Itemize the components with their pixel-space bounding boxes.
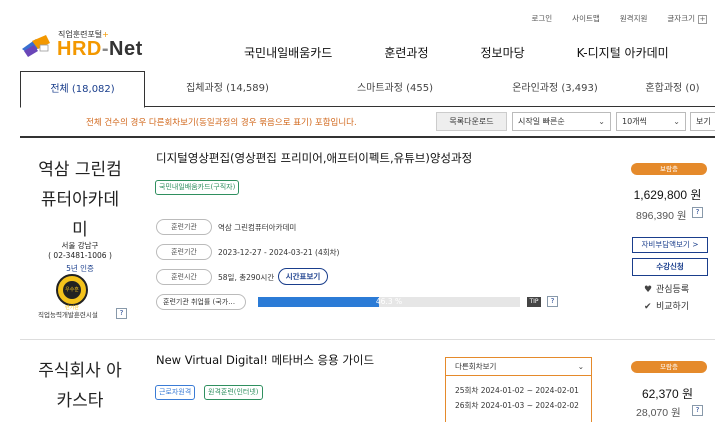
session-option[interactable]: 26회차 2024-01-03 ~ 2024-02-02 (455, 400, 579, 411)
per-page-select[interactable]: 10개씩 ⌄ (616, 112, 686, 131)
course-type-tabs: 전체 (18,082) 집체과정 (14,589) 스마트과정 (455) 온라… (20, 71, 715, 108)
institution-region: 서울 강남구 (61, 241, 99, 250)
count-notice: 전체 건수의 경우 다른회차보기(동일과정의 경우 묶음으로 표기) 포함입니다… (86, 118, 357, 128)
employment-rate-text: 46.3 % (375, 297, 403, 306)
chevron-down-icon: ⌄ (673, 117, 680, 126)
course-price: 1,629,800 원 (633, 188, 702, 202)
institution-name-line: 카스타 (56, 391, 104, 411)
excellent-institution-badge-icon: 우수훈련기관 (56, 274, 88, 311)
login-link[interactable]: 로그인 (531, 13, 552, 24)
help-icon[interactable]: ? (692, 405, 703, 416)
tab-classroom[interactable]: 집체과정 (14,589) (145, 71, 310, 107)
font-size-control[interactable]: 글자크기 + (667, 13, 707, 24)
institution-phone: ( 02-3481-1006 ) (48, 251, 112, 260)
institution-name-line: 역삼 그린컴 (38, 160, 122, 180)
tab-smart[interactable]: 스마트과정 (455) (310, 71, 480, 107)
nav-k-digital[interactable]: K-디지털 아카데미 (577, 44, 669, 61)
row-label-hours: 훈련시간 (156, 269, 212, 285)
sitemap-link[interactable]: 사이트맵 (572, 13, 600, 24)
course-divider (20, 339, 715, 340)
session-option[interactable]: 25회차 2024-01-02 ~ 2024-02-01 (455, 385, 579, 396)
tip-badge[interactable]: TIP (527, 297, 541, 307)
course-title[interactable]: 디지털영상편집(영상편집 프리미어,애프터이펙트,유튜브)양성과정 (156, 150, 472, 166)
logo-net: Net (109, 38, 143, 60)
badge-text: 우수훈련기관 (63, 281, 81, 311)
logo-title: HRD-Net (57, 38, 143, 61)
logo-mark-icon (22, 35, 50, 57)
course-subsidy-price: 896,390 원 (636, 210, 687, 222)
page: 로그인 사이트맵 원격지원 글자크기 + 직업훈련포털+ HRD-Net 국민내일… (0, 0, 715, 422)
row-value-institution: 역삼 그린컴퓨터아카데미 (218, 223, 297, 232)
category-badge: 모람충 (631, 361, 707, 373)
course-price: 62,370 원 (641, 387, 694, 401)
help-icon[interactable]: ? (692, 207, 703, 218)
plus-icon[interactable]: + (698, 15, 707, 24)
per-page-select-value: 10개씩 (622, 117, 647, 126)
apply-button[interactable]: 수강신청 (632, 258, 708, 276)
row-label-period: 훈련기간 (156, 244, 212, 260)
institution-name[interactable]: 역삼 그린컴 퓨터아카데 미 (30, 155, 130, 245)
remote-support-link[interactable]: 원격지원 (620, 13, 648, 24)
list-top-divider (20, 136, 715, 138)
logo-hrd: HRD (57, 38, 102, 60)
chevron-down-icon: ⌄ (598, 117, 605, 126)
other-sessions-dropdown[interactable]: 다른회차보기 ⌄ 25회차 2024-01-02 ~ 2024-02-01 26… (445, 357, 592, 422)
site-logo[interactable]: 직업훈련포털+ HRD-Net (20, 27, 150, 63)
category-badge: 보람충 (631, 163, 707, 175)
facility-type: 직업능력개발훈련시설 (38, 311, 98, 319)
compare-label: 비교하기 (656, 302, 690, 312)
heart-icon: ♥ (644, 285, 653, 295)
check-icon: ✔ (644, 302, 652, 312)
sort-select[interactable]: 시작일 빠른순 ⌄ (512, 112, 611, 131)
nav-training-courses[interactable]: 훈련과정 (384, 44, 428, 61)
nav-info-plaza[interactable]: 정보마당 (481, 44, 525, 61)
timetable-button[interactable]: 시간표보기 (278, 268, 328, 285)
row-value-period: 2023-12-27 - 2024-03-21 (4회차) (218, 248, 340, 257)
employment-rate-bar: 46.3 % (258, 297, 520, 307)
row-value-hours: 58일, 총290시간 (218, 273, 275, 282)
favorite-button[interactable]: ♥ 관심등록 (644, 282, 689, 295)
help-icon[interactable]: ? (547, 296, 558, 307)
font-size-label: 글자크기 (667, 14, 695, 23)
global-nav: 국민내일배움카드 훈련과정 정보마당 K-디지털 아카데미 (244, 44, 669, 61)
tab-online[interactable]: 온라인과정 (3,493) (480, 71, 630, 107)
institution-name-line: 주식회사 아 (38, 361, 122, 381)
employment-rate-label[interactable]: 훈련기관 취업률 (국가… (156, 294, 246, 310)
course-title[interactable]: New Virtual Digital! 메타버스 응용 가이드 (156, 352, 374, 368)
chevron-down-icon: ⌄ (577, 362, 584, 371)
institution-name[interactable]: 주식회사 아 카스타 (30, 356, 130, 416)
view-button[interactable]: 보기 (690, 112, 715, 131)
row-label-institution: 훈련기관 (156, 219, 212, 235)
course-tag: 국민내일배움카드(구직자) (155, 180, 240, 195)
institution-name-line: 퓨터아카데 (40, 190, 120, 210)
course-tag: 원격훈련(인터넷) (204, 385, 263, 400)
sort-select-value: 시작일 빠른순 (518, 117, 565, 126)
other-sessions-header[interactable]: 다른회차보기 ⌄ (446, 358, 591, 376)
certification-years: 5년 인증 (66, 264, 94, 273)
tab-all[interactable]: 전체 (18,082) (20, 71, 145, 108)
self-pay-button[interactable]: 자비부담액보기 > (632, 237, 708, 253)
course-tag: 근로자원격 (155, 385, 196, 400)
favorite-label: 관심등록 (656, 285, 690, 295)
nav-tomorrow-card[interactable]: 국민내일배움카드 (244, 44, 332, 61)
course-subsidy-price: 28,070 원 (636, 407, 681, 419)
institution-address: 서울 강남구 ( 02-3481-1006 ) (30, 241, 130, 261)
other-sessions-label: 다른회차보기 (455, 362, 497, 371)
download-list-button[interactable]: 목록다운로드 (436, 112, 507, 131)
logo-dash: - (101, 38, 110, 60)
tab-blended[interactable]: 혼합과정 (0) (630, 71, 715, 107)
compare-button[interactable]: ✔ 비교하기 (644, 299, 689, 312)
help-icon[interactable]: ? (116, 308, 127, 319)
utility-links: 로그인 사이트맵 원격지원 글자크기 + (511, 13, 707, 24)
